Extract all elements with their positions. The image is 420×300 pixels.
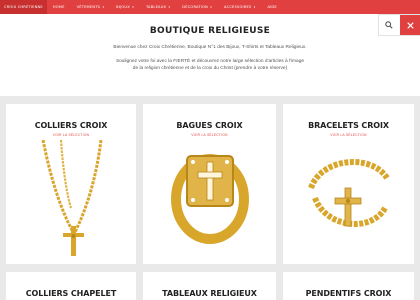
chevron-down-icon: ▾ <box>102 5 105 9</box>
category-card-bagues-croix[interactable]: BAGUES CROIX VOIR LA SÉLECTION <box>143 104 276 264</box>
search-widget <box>378 14 420 36</box>
intro-text: Soulignez votre foi avec la FIERTÉ et dé… <box>115 59 305 64</box>
nav-item-aide[interactable]: AIDE <box>261 0 282 14</box>
page-header: BOUTIQUE RELIGIEUSE Bienvenue chez Croix… <box>0 14 420 96</box>
search-button[interactable] <box>379 15 399 35</box>
intro-text: de la religion chrétienne et de la croix… <box>132 66 288 71</box>
category-title: COLLIERS CROIX <box>34 121 108 130</box>
category-title: BRACELETS CROIX <box>308 121 389 130</box>
chevron-down-icon: ▾ <box>210 5 213 9</box>
top-navbar: CROIX CHRÉTIENNE HOME VÊTEMENTS ▾ BIJOUX… <box>0 0 420 14</box>
page-title: BOUTIQUE RELIGIEUSE <box>149 26 271 36</box>
nav-item-decoration[interactable]: DÉCORATION ▾ <box>176 0 218 14</box>
intro-text: Bienvenue chez Croix Chrétienne, Boutiqu… <box>113 45 307 50</box>
category-card-colliers-croix[interactable]: COLLIERS CROIX VOIR LA SÉLECTION <box>6 104 136 264</box>
chevron-down-icon: ▾ <box>253 5 256 9</box>
category-title: PENDENTIFS CROIX <box>305 289 392 298</box>
nav-item-vetements[interactable]: VÊTEMENTS ▾ <box>71 0 111 14</box>
category-card-pendentifs-croix[interactable]: PENDENTIFS CROIX <box>283 272 414 300</box>
nav-item-bijoux[interactable]: BIJOUX ▾ <box>110 0 140 14</box>
cross-bracelet-image <box>308 159 390 227</box>
category-title: COLLIERS CHAPELET <box>25 289 117 298</box>
nav-item-label: BIJOUX <box>116 5 130 9</box>
close-button[interactable] <box>400 15 420 35</box>
category-card-tableaux-religieux[interactable]: TABLEAUX RELIGIEUX <box>143 272 276 300</box>
view-selection-link[interactable]: VOIR LA SÉLECTION <box>6 133 136 137</box>
chevron-down-icon: ▾ <box>132 5 134 9</box>
close-icon <box>406 21 414 29</box>
cross-ring-image <box>171 154 249 244</box>
nav-item-home[interactable]: HOME <box>47 0 71 14</box>
nav-item-croix-chretienne[interactable]: CROIX CHRÉTIENNE <box>0 0 47 14</box>
nav-item-label: VÊTEMENTS <box>76 5 101 9</box>
category-title: TABLEAUX RELIGIEUX <box>162 289 257 298</box>
category-card-bracelets-croix[interactable]: BRACELETS CROIX VOIR LA SÉLECTION <box>283 104 414 264</box>
search-icon <box>385 21 393 29</box>
category-card-colliers-chapelet[interactable]: COLLIERS CHAPELET <box>6 272 136 300</box>
nav-item-tableaux[interactable]: TABLEAUX ▾ <box>140 0 176 14</box>
category-title: BAGUES CROIX <box>176 121 243 130</box>
nav-item-accessoires[interactable]: ACCESSOIRES ▾ <box>218 0 261 14</box>
chevron-down-icon: ▾ <box>168 5 171 9</box>
nav-item-label: DÉCORATION <box>182 5 208 9</box>
view-selection-link[interactable]: VOIR LA SÉLECTION <box>283 133 414 137</box>
cross-necklace-image <box>41 140 103 256</box>
nav-item-label: TABLEAUX <box>145 5 167 9</box>
view-selection-link[interactable]: VOIR LA SÉLECTION <box>143 133 276 137</box>
nav-item-label: ACCESSOIRES <box>224 5 252 9</box>
